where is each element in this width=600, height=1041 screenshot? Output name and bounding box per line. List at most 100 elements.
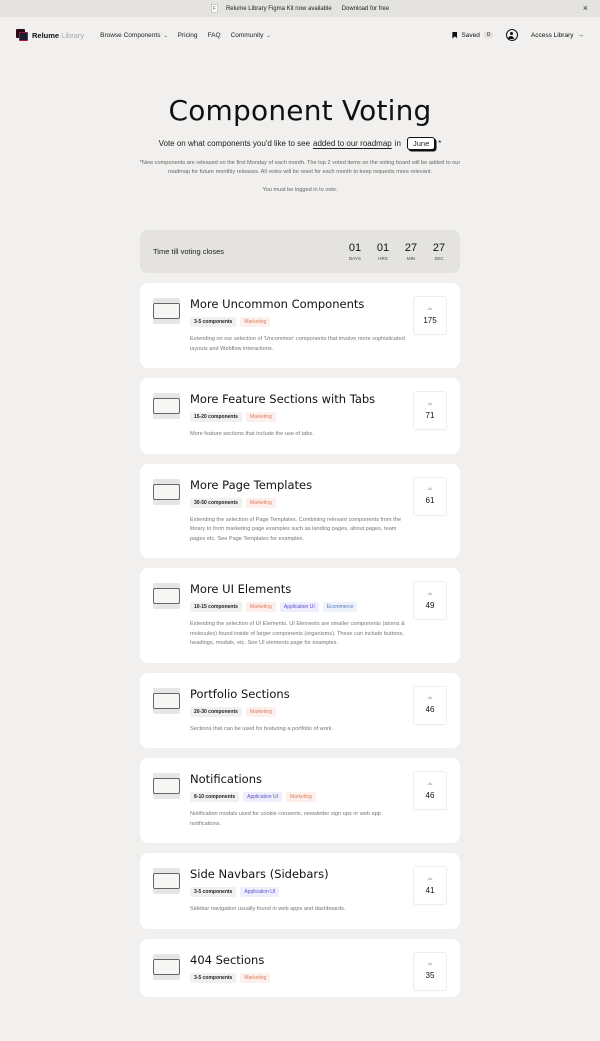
tag-count: 3-5 components <box>190 887 237 897</box>
tag-marketing: Marketing <box>245 497 276 508</box>
upvote-arrow-icon <box>427 591 433 595</box>
nav-link-pricing[interactable]: Pricing <box>178 32 198 39</box>
saved-count: 0 <box>483 32 493 38</box>
vote-count: 35 <box>425 971 435 980</box>
card-tags: 3-5 components Marketing <box>190 972 447 983</box>
nav-link-community[interactable]: Community ⌄ <box>231 32 271 39</box>
user-avatar-icon[interactable] <box>505 29 518 41</box>
tag-count: 10-15 components <box>190 602 242 612</box>
card-tags: 3-5 components Application UI <box>190 887 447 897</box>
tag-count: 8-10 components <box>190 792 240 802</box>
upvote-button[interactable]: 46 <box>413 771 447 810</box>
top-nav: Relume Library Browse Components ⌄ Pricing… <box>0 17 600 53</box>
timer-caption: HRS <box>378 256 388 261</box>
card-description: Notification modals used for cookie cons… <box>190 811 381 827</box>
nav-link-label: Browse Components <box>100 31 161 39</box>
voting-card: More Feature Sections with Tabs 15-20 co… <box>140 378 460 454</box>
tag-appui: Application UI <box>240 887 280 897</box>
upvote-arrow-icon <box>427 306 433 310</box>
voting-card: More Page Templates 30-50 components Mark… <box>140 463 460 558</box>
download-link[interactable]: Download for free <box>342 6 389 12</box>
nav-link-label: FAQ <box>207 31 221 39</box>
month-select[interactable]: June <box>406 137 436 150</box>
upvote-arrow-icon <box>427 401 433 405</box>
upvote-button[interactable]: 71 <box>413 391 447 430</box>
tag-count: 15-20 components <box>190 412 242 422</box>
card-tags: 10-15 components Marketing Application UI E… <box>190 602 447 612</box>
timer-caption: DAYS <box>349 256 361 261</box>
access-library-label: Access Library <box>530 31 574 39</box>
card-tags: 3-5 components Marketing <box>190 317 447 327</box>
access-library-button[interactable]: Access Library → <box>531 32 584 39</box>
roadmap-link[interactable]: added to our roadmap <box>313 139 392 148</box>
tag-count: 3-5 components <box>190 317 237 327</box>
login-note: You must be logged in to vote. <box>262 187 338 193</box>
ui-elements-icon <box>153 583 180 609</box>
upvote-button[interactable]: 35 <box>413 951 447 991</box>
voting-card: More UI Elements 10-15 components Marketi… <box>140 568 460 663</box>
upvote-button[interactable]: 41 <box>413 866 447 905</box>
subtitle: Vote on what components you'd like to se… <box>0 137 600 150</box>
close-icon[interactable]: × <box>583 3 588 13</box>
saved-button[interactable]: Saved 0 <box>452 31 493 39</box>
logo-secondary: Library <box>61 30 85 40</box>
tag-ecom: Ecommerce <box>322 602 358 612</box>
upvote-button[interactable]: 46 <box>413 685 447 725</box>
card-title: More UI Elements <box>190 582 292 596</box>
vote-count: 175 <box>423 315 437 325</box>
vote-count: 49 <box>425 600 435 610</box>
tag-marketing: Marketing <box>240 317 271 327</box>
subtitle-text: Vote on what components you'd like to se… <box>158 139 311 148</box>
banner-message: Relume Library Figma Kit now available <box>225 5 332 12</box>
logo[interactable]: Relume Library <box>16 29 84 41</box>
vote-count: 41 <box>425 885 435 895</box>
tag-marketing: Marketing <box>245 706 276 717</box>
timer-sec: 27 SEC <box>431 242 447 261</box>
card-description: Sidebar navigation usually found in web … <box>190 906 346 912</box>
timer-caption: MIN <box>406 256 416 261</box>
404-sections-icon <box>153 953 180 980</box>
voting-card: Notifications 8-10 components Application… <box>140 758 460 843</box>
upvote-button[interactable]: 175 <box>413 296 447 335</box>
portfolio-sections-icon <box>153 687 180 714</box>
timer-hrs: 01 HRS <box>375 242 391 261</box>
release-note: *New components are released on the firs… <box>139 160 461 175</box>
upvote-arrow-icon <box>427 487 433 490</box>
voting-card: Portfolio Sections 20-30 components Marke… <box>140 672 460 748</box>
upvote-button[interactable]: 61 <box>413 476 447 516</box>
tag-appui: Application UI <box>279 602 319 612</box>
card-title: Portfolio Sections <box>190 686 290 701</box>
vote-count: 61 <box>425 496 435 505</box>
asterisk: * <box>438 139 442 148</box>
nav-link-label: Community <box>230 31 264 39</box>
voting-card: Side Navbars (Sidebars) 3-5 components Ap… <box>140 853 460 929</box>
card-title: More Page Templates <box>190 477 313 492</box>
relume-logo-icon <box>16 29 28 41</box>
bookmark-icon <box>452 31 458 39</box>
countdown-timer: Time till voting closes 01 DAYS 01 HRS 27 MIN… <box>140 230 460 273</box>
tag-count: 30-50 components <box>190 497 242 508</box>
card-description: Extending on our selection of 'Uncommon'… <box>190 336 405 352</box>
card-title: More Feature Sections with Tabs <box>190 392 376 406</box>
card-title: Side Navbars (Sidebars) <box>190 867 329 881</box>
upvote-arrow-icon <box>427 876 433 880</box>
arrow-right-icon: → <box>577 31 585 39</box>
nav-link-browse-components[interactable]: Browse Components ⌄ <box>100 32 168 39</box>
vote-count: 71 <box>425 410 435 420</box>
card-title: More Uncommon Components <box>190 297 365 311</box>
figma-icon: F <box>210 4 218 13</box>
nav-link-faq[interactable]: FAQ <box>208 32 221 39</box>
saved-label: Saved <box>461 31 480 39</box>
card-description: More feature sections that include the u… <box>190 431 314 437</box>
card-title: Notifications <box>190 772 262 786</box>
timer-caption: SEC <box>434 256 444 261</box>
upvote-button[interactable]: 49 <box>413 581 447 620</box>
feature-tabs-icon <box>153 393 180 419</box>
subtitle-in: in <box>394 139 401 148</box>
sidebar-icon <box>153 868 180 894</box>
uncommon-components-icon <box>153 298 180 324</box>
page-templates-icon <box>153 478 180 505</box>
card-title: 404 Sections <box>190 952 265 967</box>
card-description: Sections that can be used for featuring … <box>190 725 334 732</box>
card-tags: 15-20 components Marketing <box>190 412 447 422</box>
